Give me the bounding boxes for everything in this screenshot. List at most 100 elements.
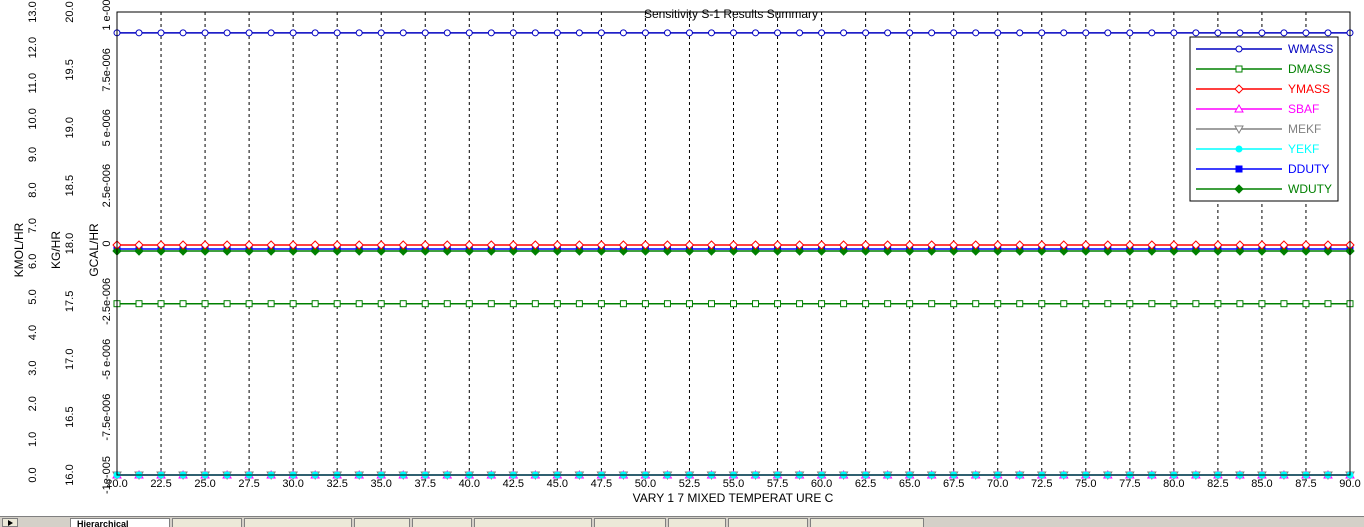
data-point (818, 29, 826, 37)
data-point (355, 29, 363, 37)
data-point (774, 29, 782, 37)
data-point (685, 29, 693, 37)
data-point (289, 29, 297, 37)
data-point (752, 29, 760, 37)
data-point (972, 29, 980, 37)
x-tick-label: 40.0 (459, 478, 480, 490)
legend-label: SBAF (1288, 102, 1319, 116)
data-point (950, 29, 958, 37)
legend-label: YEKF (1288, 142, 1319, 156)
y-tick-label: 2.5e-006 (101, 164, 113, 207)
data-point (950, 300, 958, 308)
legend-label: WDUTY (1288, 182, 1332, 196)
x-tick-label: 27.5 (238, 478, 259, 490)
data-point (1038, 300, 1046, 308)
data-point (531, 29, 539, 37)
y-tick-label: 3.0 (27, 361, 39, 376)
data-point (553, 29, 561, 37)
y-tick-label: 20.0 (64, 1, 76, 22)
data-point (245, 300, 253, 308)
data-point (862, 29, 870, 37)
data-point (884, 29, 892, 37)
data-point (752, 300, 760, 308)
data-point (179, 300, 187, 308)
data-point (663, 300, 671, 308)
data-point (796, 29, 804, 37)
y-axis-label: KG/HR (49, 231, 63, 269)
data-point (1126, 300, 1134, 308)
y-tick-label: 7.0 (27, 218, 39, 233)
data-point (201, 300, 209, 308)
legend-marker (1235, 145, 1243, 153)
legend-label: YMASS (1288, 82, 1330, 96)
x-tick-label: 82.5 (1207, 478, 1228, 490)
data-point (267, 300, 275, 308)
data-point (377, 300, 385, 308)
y-tick-label: 6.0 (27, 254, 39, 269)
data-point (201, 29, 209, 37)
data-point (223, 29, 231, 37)
data-point (1214, 300, 1222, 308)
data-point (1060, 29, 1068, 37)
x-tick-label: 45.0 (547, 478, 568, 490)
data-point (509, 300, 517, 308)
data-point (972, 300, 980, 308)
data-point (1214, 29, 1222, 37)
data-point (884, 300, 892, 308)
y-tick-label: 8.0 (27, 182, 39, 197)
data-point (311, 300, 319, 308)
x-tick-label: 47.5 (591, 478, 612, 490)
data-point (796, 300, 804, 308)
y-tick-label: 16.0 (64, 464, 76, 485)
y-tick-label: 11.0 (27, 73, 39, 94)
data-point (1302, 300, 1310, 308)
data-point (333, 300, 341, 308)
data-point (928, 29, 936, 37)
data-point (1236, 29, 1244, 37)
data-point (311, 29, 319, 37)
data-point (730, 29, 737, 37)
y-tick-label: 2.0 (27, 396, 39, 411)
x-tick-label: 72.5 (1031, 478, 1052, 490)
y-tick-label: 13.0 (27, 1, 39, 22)
y-tick-label: 19.0 (64, 117, 76, 138)
x-tick-label: 87.5 (1295, 478, 1316, 490)
data-point (619, 29, 627, 37)
y-tick-label: 10.0 (27, 108, 39, 129)
data-point (135, 300, 143, 308)
data-point (1126, 29, 1134, 37)
x-tick-label: 42.5 (503, 478, 524, 490)
data-point (377, 29, 385, 37)
y-tick-label: -1e-005 (101, 456, 113, 494)
x-tick-label: 35.0 (371, 478, 392, 490)
data-point (928, 300, 936, 308)
x-tick-label: 55.0 (723, 478, 744, 490)
data-point (267, 29, 275, 37)
x-tick-label: 50.0 (635, 478, 656, 490)
legend: WMASS DMASS YMASS SBAF MEKF YEKF DDUTY WDUTY (1189, 36, 1339, 202)
data-point (1038, 29, 1046, 37)
y-tick-label: -2.5e-006 (101, 278, 113, 325)
x-tick-label: 62.5 (855, 478, 876, 490)
data-point (487, 29, 495, 37)
data-point (157, 300, 165, 308)
data-point (663, 29, 671, 37)
x-tick-label: 25.0 (194, 478, 215, 490)
data-point (245, 29, 253, 37)
data-point (531, 300, 539, 308)
data-point (223, 300, 231, 308)
data-point (443, 300, 451, 308)
data-point (641, 29, 649, 37)
data-point (465, 29, 473, 37)
data-point (575, 29, 583, 37)
series-wmass (113, 29, 1354, 37)
y-tick-label: 0.0 (27, 467, 39, 482)
data-point (1280, 300, 1288, 308)
data-point (179, 29, 187, 37)
data-point (906, 300, 914, 308)
data-point (333, 29, 341, 37)
data-point (1236, 300, 1244, 308)
data-point (135, 29, 143, 37)
x-tick-label: 90.0 (1339, 478, 1360, 490)
y-axis-label: KMOL/HR (12, 222, 26, 277)
